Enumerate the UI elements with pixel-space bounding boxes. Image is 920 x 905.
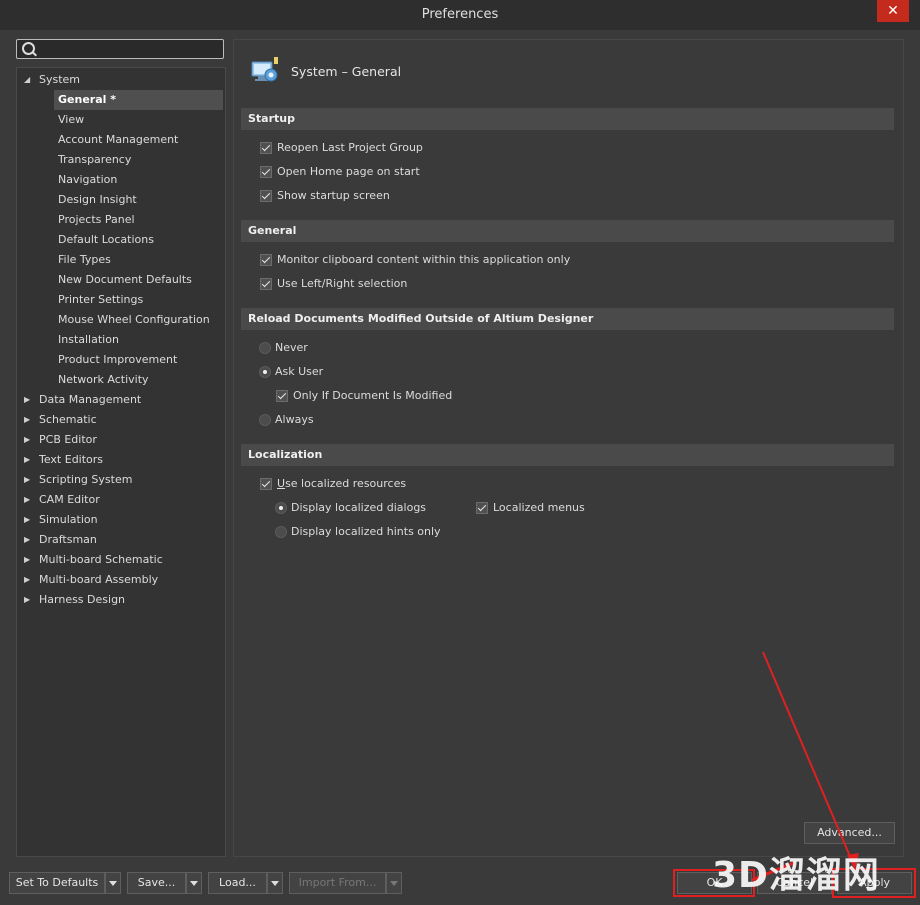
- annotation-arrows: [751, 651, 859, 882]
- watermark-logo: 3D溜溜网: [712, 855, 880, 896]
- annotation-arrow-apply: [762, 651, 856, 869]
